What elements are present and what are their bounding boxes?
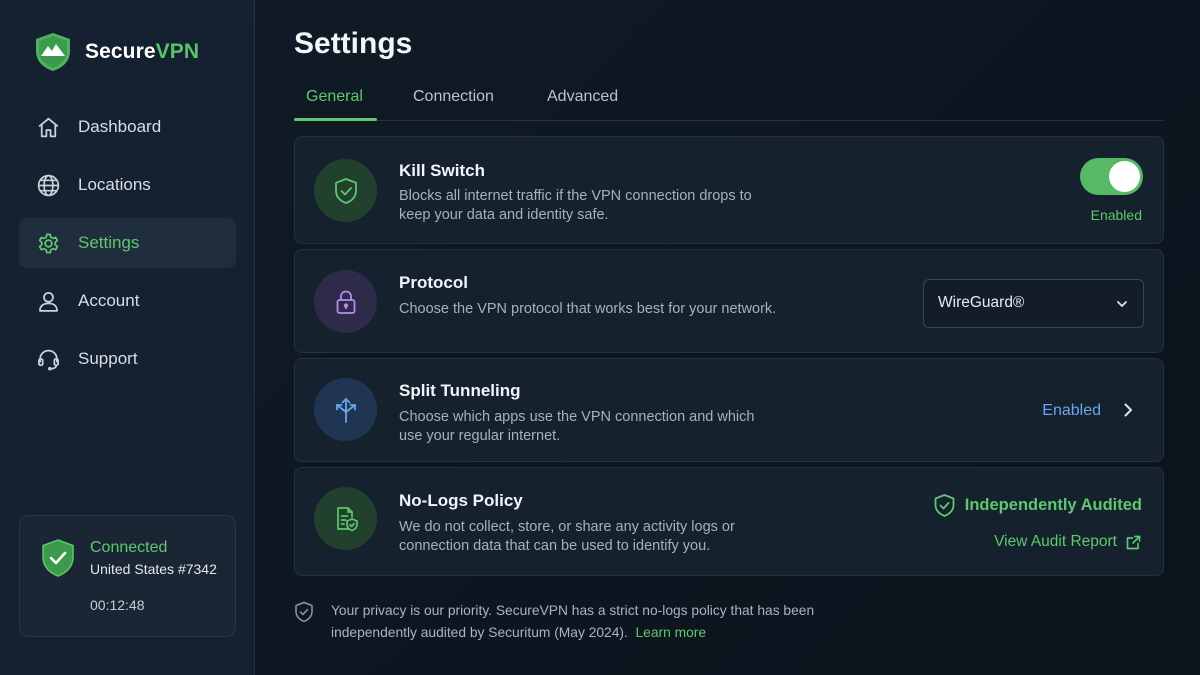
audited-badge: Independently Audited [933, 493, 1142, 518]
lock-icon [336, 290, 355, 314]
kill-switch-icon-badge [314, 159, 377, 222]
brand-logo[interactable]: SecureVPN [34, 32, 199, 72]
shield-mountain-logo-icon [36, 33, 70, 71]
sidebar-item-label: Support [78, 349, 138, 368]
sidebar: SecureVPN Dashboard Locations Settings A… [0, 0, 255, 675]
sidebar-item-label: Locations [78, 175, 151, 194]
protocol-title: Protocol [399, 273, 468, 292]
brand-name-part1: Secure [85, 40, 156, 63]
split-tunneling-icon-badge [314, 378, 377, 441]
sidebar-item-label: Account [78, 291, 140, 310]
audit-link-label: View Audit Report [994, 533, 1117, 550]
globe-icon [35, 172, 61, 198]
protocol-selected-value: WireGuard® [938, 294, 1025, 311]
kill-switch-status: Enabled [1090, 207, 1142, 223]
kill-switch-card: Kill Switch Blocks all internet traffic … [294, 136, 1164, 244]
sidebar-item-locations[interactable]: Locations [19, 160, 236, 210]
learn-more-link[interactable]: Learn more [635, 625, 706, 640]
sidebar-nav: Dashboard Locations Settings Account Sup… [19, 102, 236, 392]
tab-general[interactable]: General [306, 88, 363, 106]
page-title: Settings [294, 27, 413, 60]
app-window: SecureVPN Dashboard Locations Settings A… [0, 0, 1200, 675]
document-shield-icon [336, 506, 358, 531]
sidebar-item-account[interactable]: Account [19, 276, 236, 326]
connection-state: Connected [90, 539, 168, 556]
split-tunneling-description: Choose which apps use the VPN connection… [399, 409, 755, 444]
kill-switch-title: Kill Switch [399, 161, 485, 180]
sidebar-item-dashboard[interactable]: Dashboard [19, 102, 236, 152]
chevron-right-icon[interactable] [1119, 401, 1137, 419]
shield-check-icon [334, 177, 357, 204]
sidebar-item-settings[interactable]: Settings [19, 218, 236, 268]
shield-check-icon [295, 601, 313, 623]
server-name: United States #7342 [90, 561, 217, 577]
no-logs-card: No-Logs Policy We do not collect, store,… [294, 467, 1164, 576]
active-tab-indicator [294, 118, 377, 121]
gear-icon [35, 230, 61, 256]
external-link-icon [1126, 535, 1141, 549]
no-logs-icon-badge [314, 487, 377, 550]
toggle-knob [1109, 161, 1140, 192]
privacy-note-text: Your privacy is our priority. SecureVPN … [331, 600, 871, 644]
brand-name: SecureVPN [85, 40, 199, 64]
connection-status-card[interactable]: Connected United States #7342 00:12:48 [19, 515, 236, 637]
kill-switch-toggle[interactable] [1080, 158, 1143, 195]
split-tunneling-title: Split Tunneling [399, 381, 521, 400]
shield-check-icon [934, 494, 955, 517]
split-tunneling-card[interactable]: Split Tunneling Choose which apps use th… [294, 358, 1164, 462]
no-logs-description: We do not collect, store, or share any a… [399, 519, 735, 554]
audited-label: Independently Audited [964, 496, 1142, 514]
shield-check-icon [42, 539, 74, 577]
protocol-description: Choose the VPN protocol that works best … [399, 301, 777, 317]
brand-name-part2: VPN [155, 40, 200, 63]
settings-tabs: General Connection Advanced [294, 84, 1164, 121]
sidebar-item-label: Settings [78, 233, 140, 252]
privacy-note-body: Your privacy is our priority. SecureVPN … [331, 603, 815, 640]
protocol-icon-badge [314, 270, 377, 333]
user-icon [35, 288, 61, 314]
sidebar-item-label: Dashboard [78, 117, 162, 136]
sidebar-item-support[interactable]: Support [19, 334, 236, 384]
split-tunneling-status[interactable]: Enabled [1042, 402, 1101, 420]
tab-connection[interactable]: Connection [413, 88, 494, 106]
kill-switch-description: Blocks all internet traffic if the VPN c… [399, 188, 752, 223]
headset-icon [35, 346, 61, 372]
tab-advanced[interactable]: Advanced [547, 88, 618, 106]
view-audit-report-link[interactable]: View Audit Report [994, 533, 1142, 551]
home-icon [35, 114, 61, 140]
protocol-card: Protocol Choose the VPN protocol that wo… [294, 249, 1164, 353]
chevron-down-icon [1117, 301, 1127, 307]
connection-timer: 00:12:48 [90, 597, 145, 613]
protocol-select[interactable]: WireGuard® [923, 279, 1144, 328]
no-logs-title: No-Logs Policy [399, 491, 523, 510]
split-arrows-icon [335, 397, 356, 423]
